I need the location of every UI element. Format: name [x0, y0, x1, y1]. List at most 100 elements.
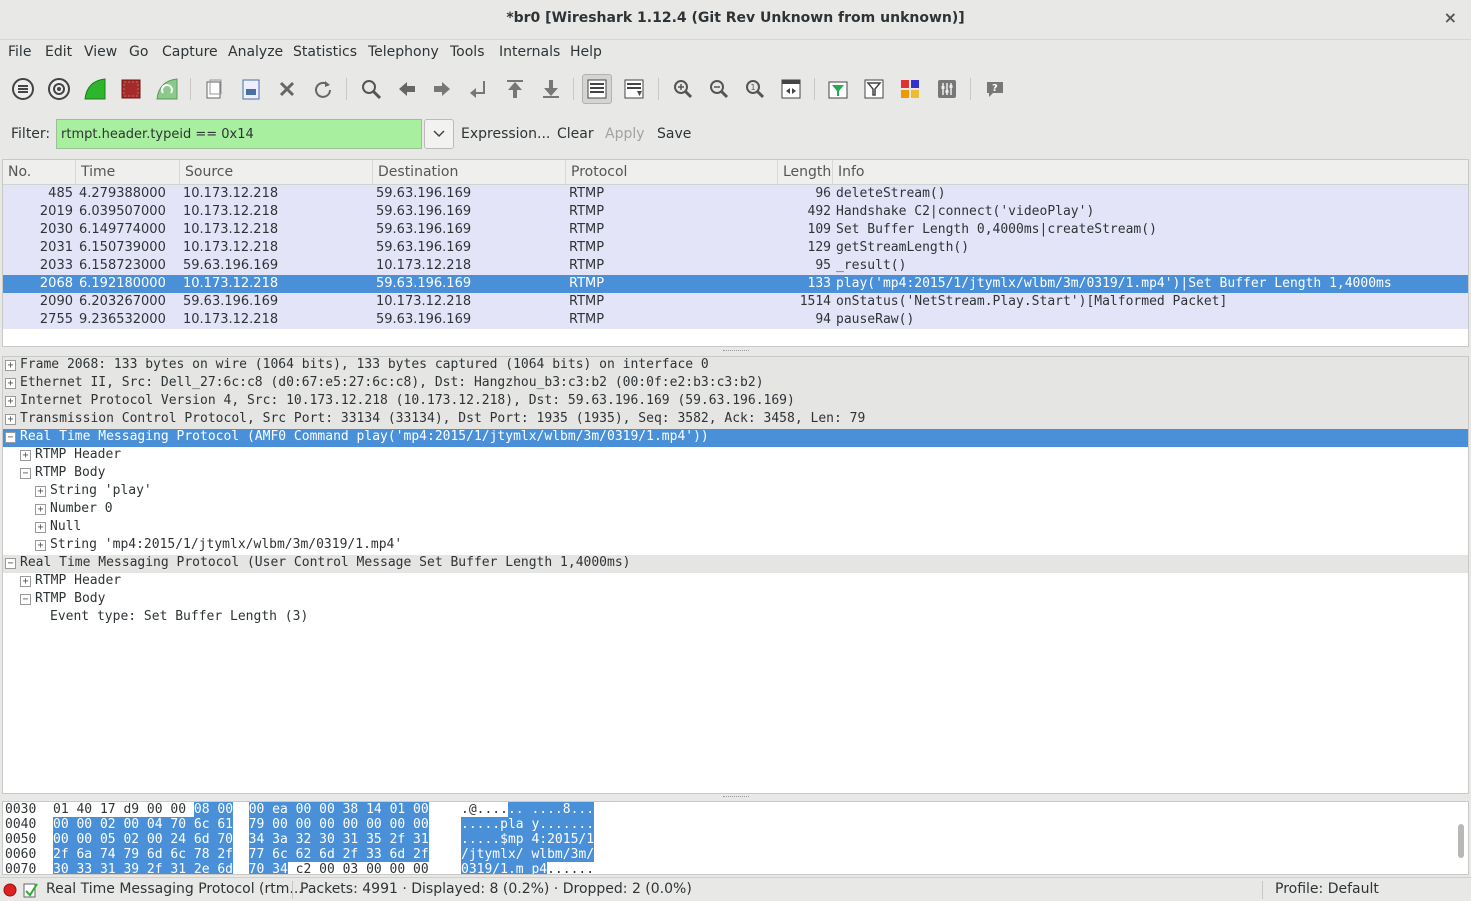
packet-row[interactable]: 2755 9.236532000 10.173.12.218 59.63.196.16…	[3, 311, 1468, 329]
ascii-group[interactable]: /jtymlx/	[461, 847, 524, 862]
start-capture-icon[interactable]	[80, 74, 110, 104]
menu-help[interactable]: Help	[570, 44, 602, 60]
menu-capture[interactable]: Capture	[162, 44, 218, 60]
ascii-group[interactable]: .@....	[461, 802, 508, 817]
zoom-in-icon[interactable]	[668, 74, 698, 104]
hex-byte-group[interactable]: 00 ea 00 00 38 14 01 00	[248, 802, 429, 817]
hex-byte-group[interactable]: c2 00 03 00 00 00	[288, 862, 429, 874]
packet-row[interactable]: 2068 6.192180000 10.173.12.218 59.63.196.16…	[3, 275, 1468, 293]
clear-button[interactable]: Clear	[557, 126, 594, 142]
hex-bytes[interactable]: 30 33 31 39 2f 31 2e 6d 70 34 c2 00 03 0…	[53, 862, 429, 874]
hex-ascii[interactable]: .@...... ....8...	[461, 802, 595, 817]
column-header-time[interactable]: Time	[75, 160, 115, 184]
column-header-protocol[interactable]: Protocol	[565, 160, 627, 184]
hex-ascii[interactable]: 0319/1.m p4......	[461, 862, 594, 874]
detail-tree-row[interactable]: − Real Time Messaging Protocol (AMF0 Comm…	[3, 429, 1468, 447]
menu-go[interactable]: Go	[129, 44, 148, 60]
expert-info-icon[interactable]	[3, 883, 17, 897]
detail-tree-row[interactable]: + RTMP Header	[3, 447, 1468, 465]
expand-icon[interactable]: +	[20, 450, 31, 461]
menu-edit[interactable]: Edit	[45, 44, 72, 60]
hex-ascii[interactable]: .....$mp 4:2015/1	[461, 832, 595, 847]
detail-tree-row[interactable]: + Number 0	[3, 501, 1468, 519]
detail-tree-row[interactable]: + String 'play'	[3, 483, 1468, 501]
interfaces-icon[interactable]	[8, 74, 38, 104]
packet-row[interactable]: 2033 6.158723000 59.63.196.169 10.173.12.21…	[3, 257, 1468, 275]
status-profile[interactable]: Profile: Default	[1275, 881, 1379, 897]
column-header-no[interactable]: No.	[3, 160, 31, 184]
autoscroll-icon[interactable]	[619, 74, 649, 104]
help-icon[interactable]: ?	[980, 74, 1010, 104]
detail-tree-row[interactable]: Event type: Set Buffer Length (3)	[3, 609, 1468, 627]
menu-internals[interactable]: Internals	[499, 44, 560, 60]
hex-byte-group[interactable]: 70 34	[248, 862, 288, 874]
close-window-button[interactable]: ×	[1444, 8, 1457, 27]
normal-size-icon[interactable]: 1	[740, 74, 770, 104]
packet-row[interactable]: 2090 6.203267000 59.63.196.169 10.173.12.21…	[3, 293, 1468, 311]
column-header-source[interactable]: Source	[179, 160, 233, 184]
menu-file[interactable]: File	[8, 44, 31, 60]
ascii-group[interactable]: .....$mp	[461, 832, 524, 847]
menu-tools[interactable]: Tools	[450, 44, 485, 60]
expand-icon[interactable]: +	[5, 360, 16, 371]
packet-row[interactable]: 2031 6.150739000 10.173.12.218 59.63.196.16…	[3, 239, 1468, 257]
save-file-icon[interactable]	[236, 74, 266, 104]
hex-byte-group[interactable]: 00 00 05 02 00 24 6d 70	[53, 832, 234, 847]
find-packet-icon[interactable]	[356, 74, 386, 104]
ascii-group[interactable]: ..	[507, 802, 524, 817]
column-header-length[interactable]: Length	[777, 160, 831, 184]
menu-statistics[interactable]: Statistics	[293, 44, 357, 60]
stop-capture-icon[interactable]	[116, 74, 146, 104]
hex-bytes[interactable]: 00 00 02 00 04 70 6c 61 79 00 00 00 00 0…	[53, 817, 429, 832]
hex-ascii[interactable]: .....pla y.......	[461, 817, 595, 832]
save-filter-button[interactable]: Save	[657, 126, 691, 142]
colorize-icon[interactable]	[582, 74, 612, 104]
go-last-icon[interactable]	[536, 74, 566, 104]
filter-history-dropdown[interactable]	[424, 119, 454, 149]
detail-tree-row[interactable]: + Null	[3, 519, 1468, 537]
hex-byte-group[interactable]: 34 3a 32 30 31 35 2f 31	[248, 832, 429, 847]
close-file-icon[interactable]	[272, 74, 302, 104]
zoom-out-icon[interactable]	[704, 74, 734, 104]
go-back-icon[interactable]	[392, 74, 422, 104]
hex-bytes[interactable]: 01 40 17 d9 00 00 08 00 00 ea 00 00 38 1…	[53, 802, 429, 817]
preferences-icon[interactable]	[932, 74, 962, 104]
packet-row[interactable]: 485 4.279388000 10.173.12.218 59.63.196.169…	[3, 185, 1468, 203]
expand-icon[interactable]: +	[35, 486, 46, 497]
collapse-icon[interactable]: −	[5, 558, 16, 569]
expand-icon[interactable]: +	[35, 540, 46, 551]
detail-tree-row[interactable]: + Frame 2068: 133 bytes on wire (1064 bit…	[3, 357, 1468, 375]
restart-capture-icon[interactable]	[152, 74, 182, 104]
go-forward-icon[interactable]	[427, 74, 457, 104]
expand-icon[interactable]: +	[20, 576, 31, 587]
coloring-rules-icon[interactable]	[895, 74, 925, 104]
scrollbar[interactable]	[1458, 824, 1464, 858]
hex-byte-group[interactable]: 2f 6a 74 79 6d 6c 78 2f	[53, 847, 234, 862]
detail-tree-row[interactable]: − RTMP Body	[3, 465, 1468, 483]
ascii-group[interactable]: p4	[523, 862, 548, 874]
hex-bytes[interactable]: 2f 6a 74 79 6d 6c 78 2f 77 6c 62 6d 2f 3…	[53, 847, 429, 862]
expand-icon[interactable]: +	[35, 504, 46, 515]
expand-icon[interactable]: +	[35, 522, 46, 533]
detail-tree-row[interactable]: + RTMP Header	[3, 573, 1468, 591]
detail-tree-row[interactable]: + Ethernet II, Src: Dell_27:6c:c8 (d0:67:…	[3, 375, 1468, 393]
hex-byte-group[interactable]: 00 00 02 00 04 70 6c 61	[53, 817, 234, 832]
expression-button[interactable]: Expression...	[461, 126, 550, 142]
collapse-icon[interactable]: −	[20, 468, 31, 479]
resize-columns-icon[interactable]	[776, 74, 806, 104]
hex-ascii[interactable]: /jtymlx/ wlbm/3m/	[461, 847, 595, 862]
detail-tree-row[interactable]: − RTMP Body	[3, 591, 1468, 609]
options-icon[interactable]	[44, 74, 74, 104]
packet-row[interactable]: 2019 6.039507000 10.173.12.218 59.63.196.16…	[3, 203, 1468, 221]
capture-comment-icon[interactable]	[22, 882, 38, 898]
collapse-icon[interactable]: −	[5, 432, 16, 443]
ascii-group[interactable]: ......	[547, 862, 594, 874]
detail-tree-row[interactable]: + Internet Protocol Version 4, Src: 10.17…	[3, 393, 1468, 411]
reload-icon[interactable]	[308, 74, 338, 104]
ascii-group[interactable]: 0319/1.m	[461, 862, 524, 874]
go-to-packet-icon[interactable]	[463, 74, 493, 104]
hex-byte-group[interactable]: 79 00 00 00 00 00 00 00	[248, 817, 429, 832]
display-filter-input[interactable]	[56, 119, 422, 149]
packet-row[interactable]: 2030 6.149774000 10.173.12.218 59.63.196.16…	[3, 221, 1468, 239]
ascii-group[interactable]: .....pla	[461, 817, 524, 832]
